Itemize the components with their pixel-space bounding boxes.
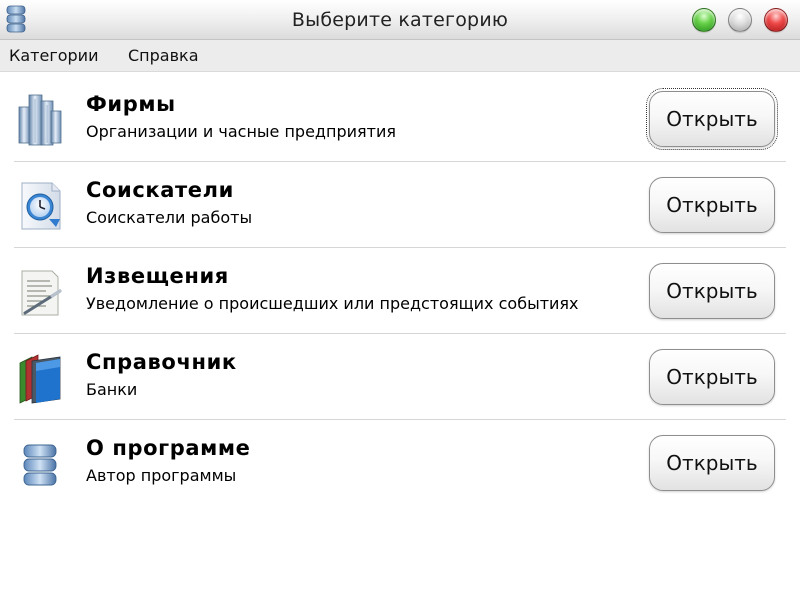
category-title: Справочник [86, 350, 237, 374]
database-icon [23, 444, 57, 486]
category-title: О программе [86, 436, 251, 460]
menu-help[interactable]: Справка [128, 46, 199, 65]
zoom-button[interactable] [692, 8, 716, 32]
buildings-icon [18, 94, 62, 146]
books-icon [19, 354, 61, 404]
category-row-reference: Справочник Банки Открыть [14, 334, 786, 420]
menu-categories[interactable]: Категории [9, 46, 98, 65]
close-button[interactable] [764, 8, 788, 32]
category-row-about: О программе Автор программы Открыть [14, 420, 786, 506]
category-description: Организации и часные предприятия [86, 122, 396, 141]
category-row-applicants: Соискатели Соискатели работы Открыть [14, 162, 786, 248]
menu-bar: Категории Справка [0, 40, 800, 72]
open-applicants-button[interactable]: Открыть [649, 177, 775, 233]
title-bar[interactable]: Выберите категорию [0, 0, 800, 40]
category-title: Фирмы [86, 92, 176, 116]
category-title: Соискатели [86, 178, 234, 202]
category-description: Банки [86, 380, 138, 399]
category-row-firms: Фирмы Организации и часные предприятия О… [14, 76, 786, 162]
category-description: Уведомление о происшедших или предстоящи… [86, 294, 579, 313]
open-firms-button[interactable]: Открыть [646, 88, 778, 150]
category-description: Соискатели работы [86, 208, 253, 227]
minimize-button[interactable] [728, 8, 752, 32]
open-about-button[interactable]: Открыть [649, 435, 775, 491]
category-row-notices: Извещения Уведомление о происшедших или … [14, 248, 786, 334]
category-title: Извещения [86, 264, 229, 288]
open-notices-button[interactable]: Открыть [649, 263, 775, 319]
window-title: Выберите категорию [291, 9, 509, 31]
clock-icon [21, 182, 61, 230]
category-description: Автор программы [86, 466, 237, 485]
document-pen-icon [21, 270, 62, 316]
open-reference-button[interactable]: Открыть [649, 349, 775, 405]
